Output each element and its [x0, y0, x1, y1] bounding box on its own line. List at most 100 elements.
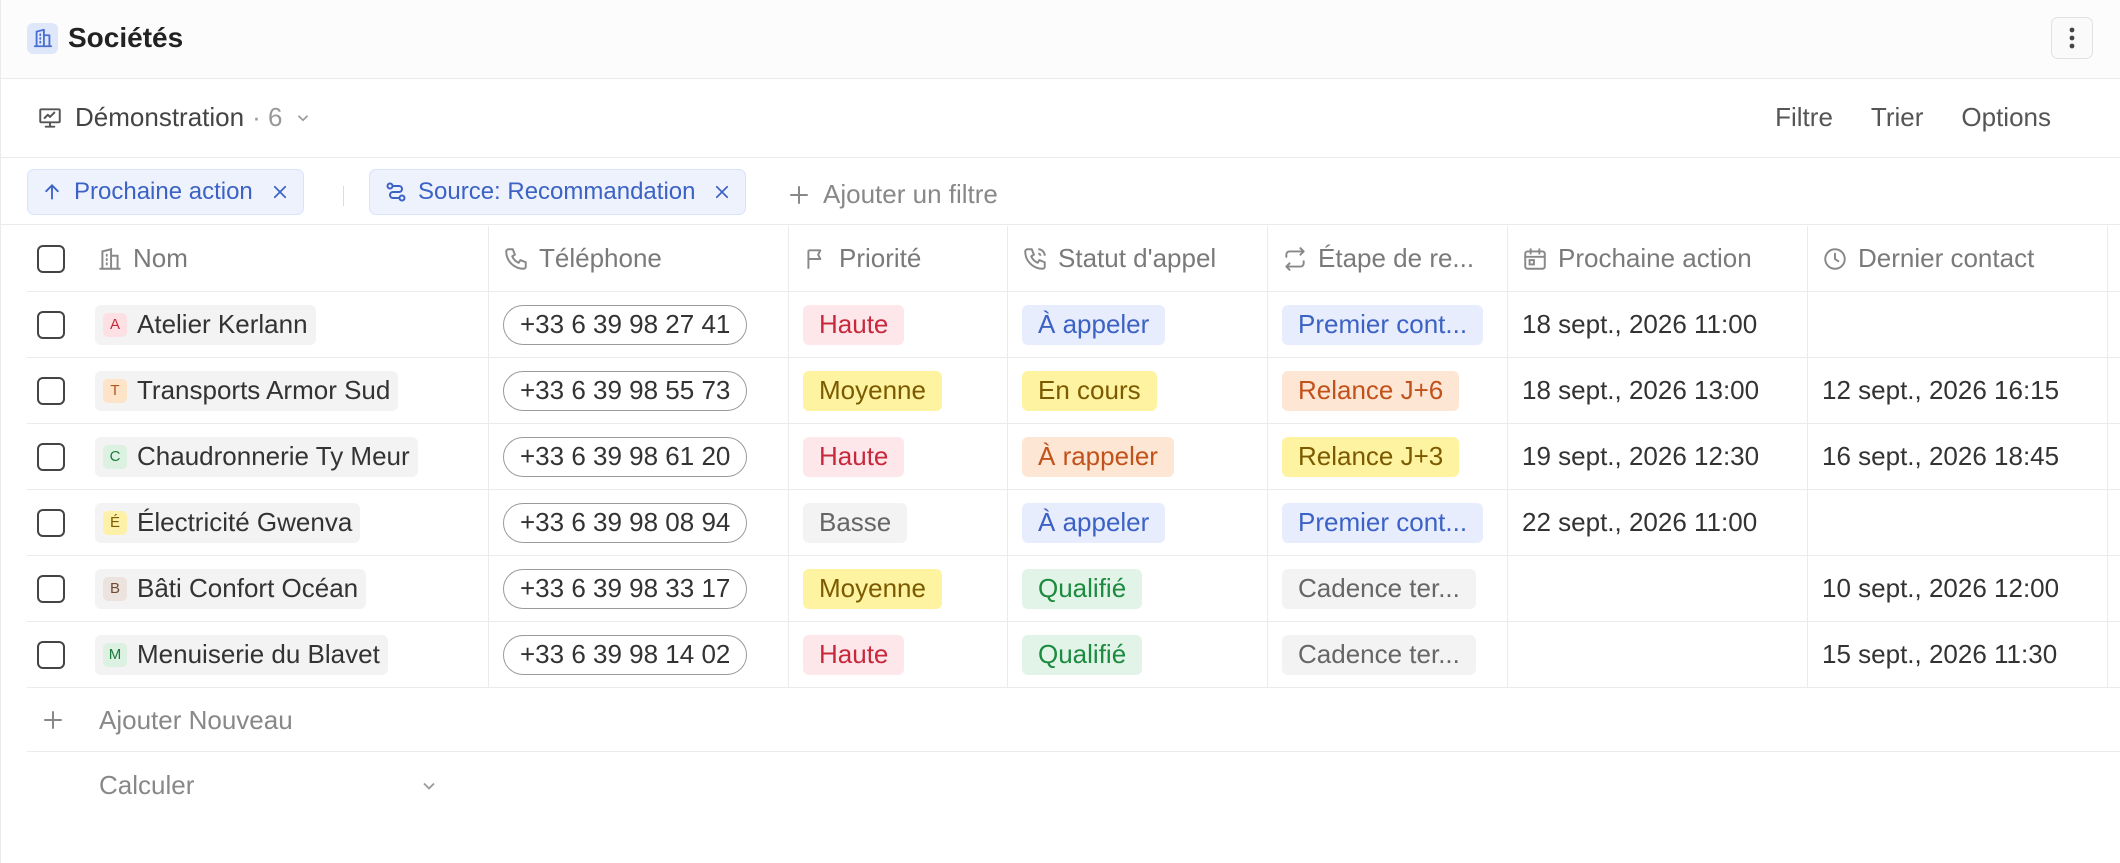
row-checkbox[interactable]	[37, 640, 65, 669]
extra-cell[interactable]: In	[2108, 490, 2120, 555]
name-cell[interactable]: M Menuiserie du Blavet	[83, 622, 489, 687]
next-action-cell[interactable]: 22 sept., 2026 11:00	[1508, 490, 1808, 555]
phone-cell[interactable]: +33 6 39 98 27 41	[489, 292, 789, 357]
name-cell[interactable]: É Électricité Gwenva	[83, 490, 489, 555]
stage-cell[interactable]: Cadence ter...	[1268, 556, 1508, 621]
column-header-call-status[interactable]: Statut d'appel	[1008, 226, 1268, 291]
next-action-cell[interactable]	[1508, 556, 1808, 621]
close-icon[interactable]	[271, 183, 289, 201]
column-header-phone[interactable]: Téléphone	[489, 226, 789, 291]
call-status-cell[interactable]: Qualifié	[1008, 622, 1268, 687]
column-header-extra[interactable]	[2108, 226, 2120, 291]
last-contact-cell[interactable]: 12 sept., 2026 16:15	[1808, 358, 2108, 423]
call-status-cell[interactable]: En cours	[1008, 358, 1268, 423]
view-selector[interactable]: Démonstration · 6	[37, 102, 312, 133]
chevron-down-icon[interactable]	[419, 776, 439, 796]
column-header-priority[interactable]: Priorité	[789, 226, 1008, 291]
company-name-chip[interactable]: C Chaudronnerie Ty Meur	[95, 436, 418, 477]
next-action-cell[interactable]	[1508, 622, 1808, 687]
last-contact-cell[interactable]	[1808, 490, 2108, 555]
name-cell[interactable]: T Transports Armor Sud	[83, 358, 489, 423]
last-contact-cell[interactable]: 15 sept., 2026 11:30	[1808, 622, 2108, 687]
phone-cell[interactable]: +33 6 39 98 61 20	[489, 424, 789, 489]
company-name-chip[interactable]: T Transports Armor Sud	[95, 370, 399, 411]
table-row[interactable]: M Menuiserie du Blavet +33 6 39 98 14 02…	[27, 622, 2120, 688]
phone-chip[interactable]: +33 6 39 98 14 02	[503, 634, 748, 675]
company-name-chip[interactable]: É Électricité Gwenva	[95, 502, 361, 543]
filter-bar: Prochaine action Source: Recommandation …	[1, 159, 2120, 225]
stage-tag: Cadence ter...	[1282, 634, 1476, 675]
stage-cell[interactable]: Premier cont...	[1268, 490, 1508, 555]
extra-cell[interactable]: Tr	[2108, 358, 2120, 423]
add-filter-button[interactable]: Ajouter un filtre	[787, 179, 998, 210]
call-status-cell[interactable]: À appeler	[1008, 292, 1268, 357]
extra-cell[interactable]: Cl	[2108, 424, 2120, 489]
column-header-name[interactable]: Nom	[83, 226, 489, 291]
phone-chip[interactable]: +33 6 39 98 61 20	[503, 436, 748, 477]
next-action-value: 18 sept., 2026 11:00	[1522, 309, 1758, 339]
options-button[interactable]: Options	[1961, 102, 2051, 133]
extra-cell[interactable]: Re	[2108, 556, 2120, 621]
phone-chip[interactable]: +33 6 39 98 33 17	[503, 568, 748, 609]
call-status-cell[interactable]: À rappeler	[1008, 424, 1268, 489]
call-status-cell[interactable]: Qualifié	[1008, 556, 1268, 621]
table-row[interactable]: B Bâti Confort Océan +33 6 39 98 33 17 M…	[27, 556, 2120, 622]
row-checkbox[interactable]	[37, 376, 65, 405]
table-row[interactable]: A Atelier Kerlann +33 6 39 98 27 41 Haut…	[27, 292, 2120, 358]
priority-cell[interactable]: Haute	[789, 424, 1008, 489]
more-options-button[interactable]	[2051, 17, 2093, 59]
company-name-chip[interactable]: M Menuiserie du Blavet	[95, 634, 388, 675]
priority-cell[interactable]: Haute	[789, 292, 1008, 357]
extra-cell[interactable]: Cl	[2108, 292, 2120, 357]
company-name-chip[interactable]: A Atelier Kerlann	[95, 304, 316, 345]
name-cell[interactable]: B Bâti Confort Océan	[83, 556, 489, 621]
column-header-last-contact[interactable]: Dernier contact	[1808, 226, 2108, 291]
select-all-cell	[27, 226, 83, 291]
phone-chip[interactable]: +33 6 39 98 08 94	[503, 502, 748, 543]
phone-cell[interactable]: +33 6 39 98 55 73	[489, 358, 789, 423]
phone-cell[interactable]: +33 6 39 98 14 02	[489, 622, 789, 687]
row-checkbox[interactable]	[37, 508, 65, 537]
priority-cell[interactable]: Moyenne	[789, 556, 1008, 621]
stage-cell[interactable]: Cadence ter...	[1268, 622, 1508, 687]
row-checkbox[interactable]	[37, 310, 65, 339]
table-row[interactable]: T Transports Armor Sud +33 6 39 98 55 73…	[27, 358, 2120, 424]
sort-chip[interactable]: Prochaine action	[27, 169, 304, 215]
company-name-chip[interactable]: B Bâti Confort Océan	[95, 568, 367, 609]
priority-cell[interactable]: Basse	[789, 490, 1008, 555]
phone-chip[interactable]: +33 6 39 98 27 41	[503, 304, 748, 345]
source-filter-chip[interactable]: Source: Recommandation	[369, 169, 747, 215]
name-cell[interactable]: C Chaudronnerie Ty Meur	[83, 424, 489, 489]
phone-cell[interactable]: +33 6 39 98 08 94	[489, 490, 789, 555]
priority-cell[interactable]: Moyenne	[789, 358, 1008, 423]
next-action-cell[interactable]: 18 sept., 2026 13:00	[1508, 358, 1808, 423]
last-contact-cell[interactable]	[1808, 292, 2108, 357]
close-icon[interactable]	[713, 183, 731, 201]
calculate-button[interactable]: Calculer	[99, 770, 194, 801]
stage-cell[interactable]: Premier cont...	[1268, 292, 1508, 357]
last-contact-cell[interactable]: 10 sept., 2026 12:00	[1808, 556, 2108, 621]
column-header-stage[interactable]: Étape de re...	[1268, 226, 1508, 291]
stage-tag: Premier cont...	[1282, 304, 1484, 345]
row-checkbox[interactable]	[37, 574, 65, 603]
last-contact-cell[interactable]: 16 sept., 2026 18:45	[1808, 424, 2108, 489]
table-row[interactable]: C Chaudronnerie Ty Meur +33 6 39 98 61 2…	[27, 424, 2120, 490]
company-name: Bâti Confort Océan	[137, 573, 359, 603]
filter-button[interactable]: Filtre	[1775, 102, 1833, 133]
extra-cell[interactable]: M	[2108, 622, 2120, 687]
add-new-row[interactable]: Ajouter Nouveau	[27, 688, 2120, 752]
phone-cell[interactable]: +33 6 39 98 33 17	[489, 556, 789, 621]
select-all-checkbox[interactable]	[37, 244, 65, 273]
column-header-next-action[interactable]: Prochaine action	[1508, 226, 1808, 291]
stage-cell[interactable]: Relance J+6	[1268, 358, 1508, 423]
phone-chip[interactable]: +33 6 39 98 55 73	[503, 370, 748, 411]
name-cell[interactable]: A Atelier Kerlann	[83, 292, 489, 357]
sort-button[interactable]: Trier	[1871, 102, 1923, 133]
priority-cell[interactable]: Haute	[789, 622, 1008, 687]
call-status-cell[interactable]: À appeler	[1008, 490, 1268, 555]
row-checkbox[interactable]	[37, 442, 65, 471]
next-action-cell[interactable]: 19 sept., 2026 12:30	[1508, 424, 1808, 489]
stage-cell[interactable]: Relance J+3	[1268, 424, 1508, 489]
next-action-cell[interactable]: 18 sept., 2026 11:00	[1508, 292, 1808, 357]
table-row[interactable]: É Électricité Gwenva +33 6 39 98 08 94 B…	[27, 490, 2120, 556]
